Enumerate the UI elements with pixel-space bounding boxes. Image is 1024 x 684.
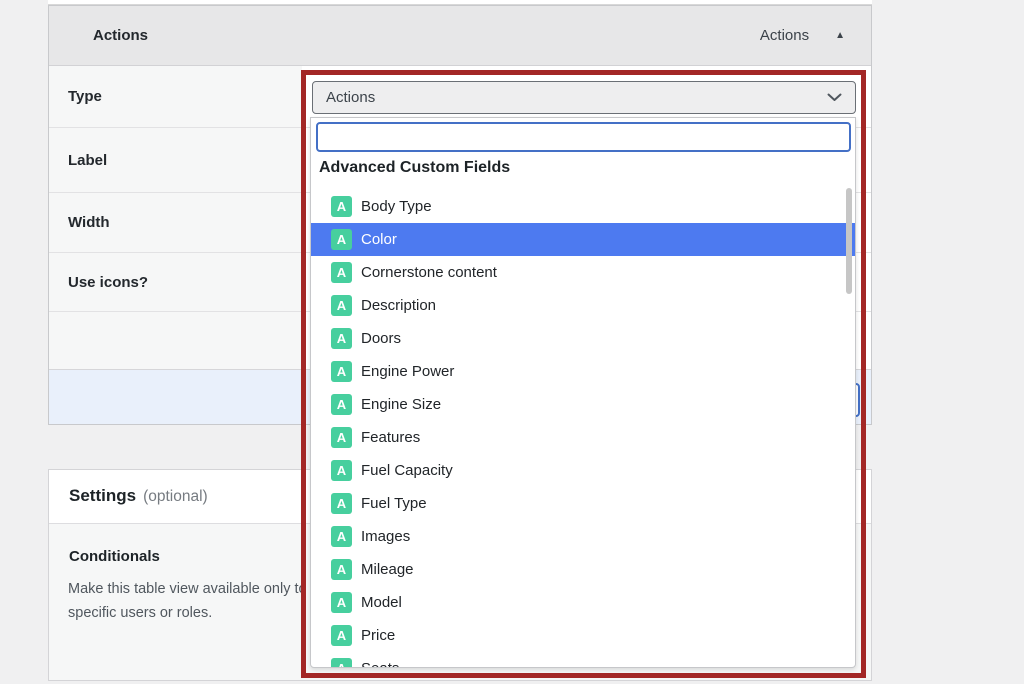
conditionals-heading: Conditionals [69,548,160,565]
acf-field-icon: A [331,427,352,448]
acf-field-icon: A [331,460,352,481]
dropdown-options-list: A Body Type A Color A Cornerstone conten… [311,190,855,668]
dropdown-option-label: Price [361,627,395,644]
dropdown-option[interactable]: A Fuel Capacity [311,454,855,487]
acf-field-icon: A [331,493,352,514]
acf-field-icon: A [331,559,352,580]
row-label-type: Type [49,66,302,127]
row-label-width: Width [49,193,302,252]
acf-field-icon: A [331,328,352,349]
settings-title-suffix: (optional) [143,488,208,506]
acf-field-icon: A [331,526,352,547]
acf-field-icon: A [331,394,352,415]
dropdown-option[interactable]: A Doors [311,322,855,355]
chevron-down-icon [827,93,842,102]
card-title: Actions [93,27,148,44]
dropdown-scrollbar-thumb[interactable] [846,188,852,294]
dropdown-option[interactable]: A Body Type [311,190,855,223]
dropdown-option-label: Color [361,231,397,248]
dropdown-group-header: Advanced Custom Fields [319,159,510,177]
acf-field-icon: A [331,592,352,613]
dropdown-option[interactable]: A Fuel Type [311,487,855,520]
row-label-empty [49,312,302,369]
dropdown-search-input[interactable] [316,122,851,152]
dropdown-option-label: Features [361,429,420,446]
footer-label-cell [49,370,302,424]
dropdown-option-label: Seats [361,660,399,668]
settings-title: Settings [69,486,136,506]
dropdown-option-label: Images [361,528,410,545]
dropdown-option-label: Description [361,297,436,314]
type-select-dropdown: Advanced Custom Fields A Body Type A Col… [310,117,856,668]
dropdown-option-label: Fuel Capacity [361,462,453,479]
dropdown-option[interactable]: A Model [311,586,855,619]
card-header-value: Actions [760,27,809,44]
dropdown-option-label: Cornerstone content [361,264,497,281]
dropdown-option-label: Fuel Type [361,495,427,512]
dropdown-option-label: Doors [361,330,401,347]
dropdown-option[interactable]: A Seats [311,652,855,668]
page: Actions Actions ▲ Type Label Width Use i… [0,0,1024,684]
conditionals-description: Make this table view available only to s… [68,578,307,625]
acf-field-icon: A [331,361,352,382]
acf-field-icon: A [331,295,352,316]
dropdown-option-label: Engine Power [361,363,454,380]
type-select-value: Actions [326,89,375,106]
acf-field-icon: A [331,229,352,250]
actions-card-header[interactable]: Actions Actions ▲ [49,6,871,66]
acf-field-icon: A [331,658,352,668]
acf-field-icon: A [331,625,352,646]
acf-field-icon: A [331,262,352,283]
collapse-icon[interactable]: ▲ [835,30,845,41]
dropdown-option-label: Mileage [361,561,414,578]
conditionals-description-line2: specific users or roles. [68,602,307,626]
dropdown-option-highlighted[interactable]: A Color [311,223,855,256]
dropdown-option[interactable]: A Engine Power [311,355,855,388]
dropdown-option[interactable]: A Features [311,421,855,454]
dropdown-option[interactable]: A Description [311,289,855,322]
row-label-label: Label [49,128,302,192]
row-label-use-icons: Use icons? [49,253,302,311]
dropdown-option[interactable]: A Engine Size [311,388,855,421]
dropdown-option[interactable]: A Cornerstone content [311,256,855,289]
acf-field-icon: A [331,196,352,217]
dropdown-option[interactable]: A Price [311,619,855,652]
conditionals-description-line1: Make this table view available only to [68,578,307,602]
type-select[interactable]: Actions [312,81,856,114]
dropdown-option[interactable]: A Mileage [311,553,855,586]
dropdown-option-label: Model [361,594,402,611]
dropdown-option[interactable]: A Images [311,520,855,553]
dropdown-option-label: Engine Size [361,396,441,413]
dropdown-option-label: Body Type [361,198,432,215]
